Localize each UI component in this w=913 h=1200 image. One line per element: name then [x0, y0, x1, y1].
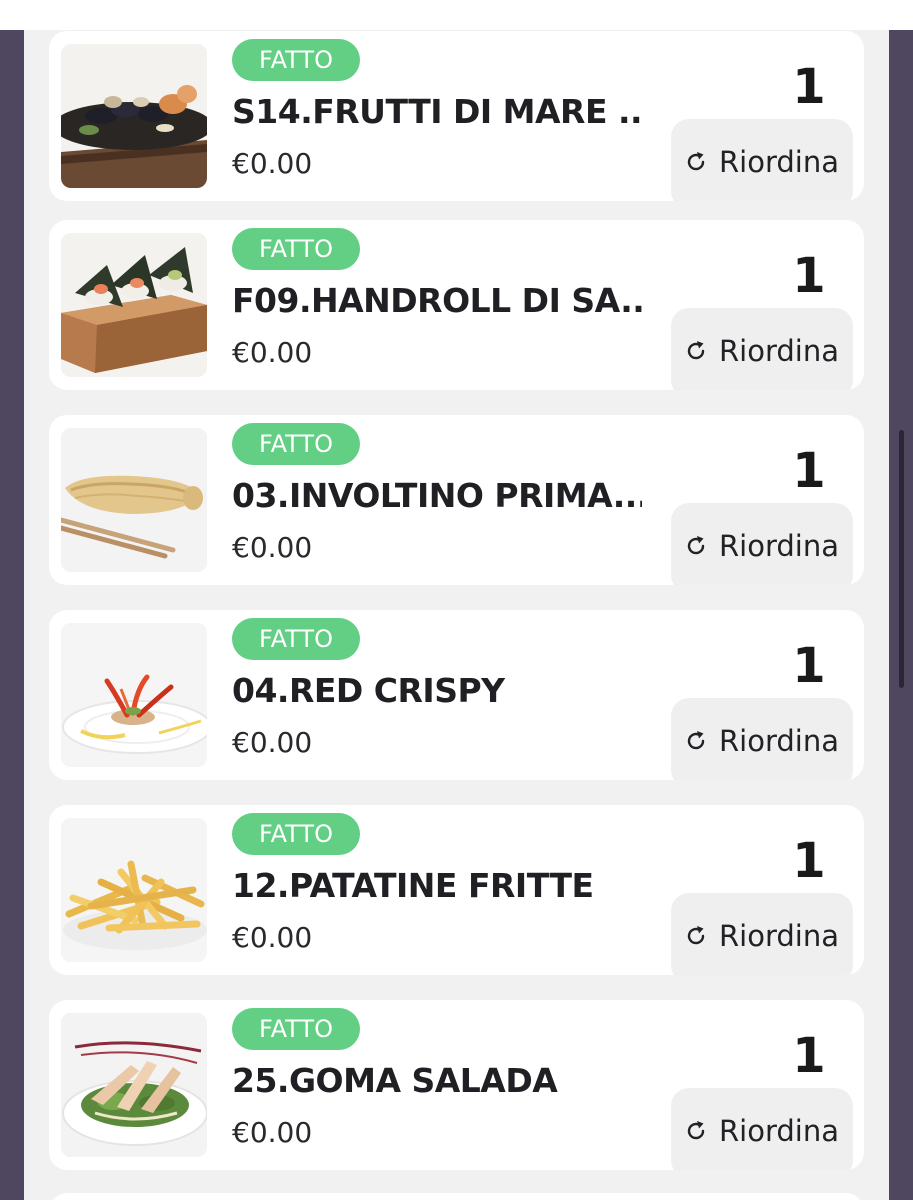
item-price: €0.00 — [232, 336, 313, 369]
item-name: 25.GOMA SALADA — [232, 1061, 558, 1100]
item-price: €0.00 — [232, 147, 313, 180]
reorder-button[interactable]: Riordina — [671, 893, 853, 975]
order-card: FATTO F09.HANDROLL DI SA... €0.00 1 Rior… — [49, 220, 864, 390]
item-quantity: 1 — [792, 833, 826, 889]
reorder-label: Riordina — [719, 724, 839, 758]
order-card-partial — [49, 1193, 864, 1200]
top-strip — [0, 0, 913, 30]
order-card: FATTO 25.GOMA SALADA €0.00 1 Riordina — [49, 1000, 864, 1170]
item-name: S14.FRUTTI DI MARE ... — [232, 92, 642, 131]
frame-left-border — [0, 30, 24, 1200]
refresh-icon — [687, 731, 705, 750]
item-price: €0.00 — [232, 726, 313, 759]
refresh-icon — [687, 926, 705, 945]
dish-photo — [61, 1013, 207, 1157]
goma-salad-image — [61, 1013, 207, 1157]
dish-photo — [61, 233, 207, 377]
refresh-icon — [687, 1121, 705, 1140]
handroll-image — [61, 233, 207, 377]
dish-photo — [61, 44, 207, 188]
dish-photo — [61, 428, 207, 572]
item-quantity: 1 — [792, 443, 826, 499]
dish-photo — [61, 818, 207, 962]
order-history-panel: FATTO S14.FRUTTI DI MARE ... €0.00 1 Rio… — [24, 30, 889, 1200]
spring-roll-image — [61, 428, 207, 572]
dish-photo — [61, 623, 207, 767]
item-name: 04.RED CRISPY — [232, 671, 505, 710]
status-badge: FATTO — [232, 813, 360, 855]
order-card: FATTO 03.INVOLTINO PRIMA... €0.00 1 Rior… — [49, 415, 864, 585]
reorder-button[interactable]: Riordina — [671, 698, 853, 780]
item-quantity: 1 — [792, 638, 826, 694]
item-name: 03.INVOLTINO PRIMA... — [232, 476, 642, 515]
reorder-label: Riordina — [719, 334, 839, 368]
red-crispy-image — [61, 623, 207, 767]
status-badge: FATTO — [232, 423, 360, 465]
item-quantity: 1 — [792, 1028, 826, 1084]
seafood-platter-image — [61, 44, 207, 188]
order-card: FATTO 12.PATATINE FRITTE €0.00 1 Riordin… — [49, 805, 864, 975]
refresh-icon — [687, 341, 705, 360]
reorder-button[interactable]: Riordina — [671, 119, 853, 201]
refresh-icon — [687, 152, 705, 171]
scrollbar-thumb[interactable] — [899, 430, 904, 688]
status-badge: FATTO — [232, 39, 360, 81]
reorder-label: Riordina — [719, 919, 839, 953]
reorder-button[interactable]: Riordina — [671, 308, 853, 390]
item-quantity: 1 — [792, 59, 826, 115]
status-badge: FATTO — [232, 618, 360, 660]
refresh-icon — [687, 536, 705, 555]
reorder-button[interactable]: Riordina — [671, 503, 853, 585]
item-price: €0.00 — [232, 921, 313, 954]
reorder-label: Riordina — [719, 1114, 839, 1148]
status-badge: FATTO — [232, 228, 360, 270]
reorder-button[interactable]: Riordina — [671, 1088, 853, 1170]
order-card: FATTO 04.RED CRISPY €0.00 1 Riordina — [49, 610, 864, 780]
item-quantity: 1 — [792, 248, 826, 304]
item-price: €0.00 — [232, 531, 313, 564]
reorder-label: Riordina — [719, 145, 839, 179]
french-fries-image — [61, 818, 207, 962]
item-name: 12.PATATINE FRITTE — [232, 866, 594, 905]
reorder-label: Riordina — [719, 529, 839, 563]
order-card: FATTO S14.FRUTTI DI MARE ... €0.00 1 Rio… — [49, 31, 864, 201]
item-price: €0.00 — [232, 1116, 313, 1149]
item-name: F09.HANDROLL DI SA... — [232, 281, 642, 320]
status-badge: FATTO — [232, 1008, 360, 1050]
